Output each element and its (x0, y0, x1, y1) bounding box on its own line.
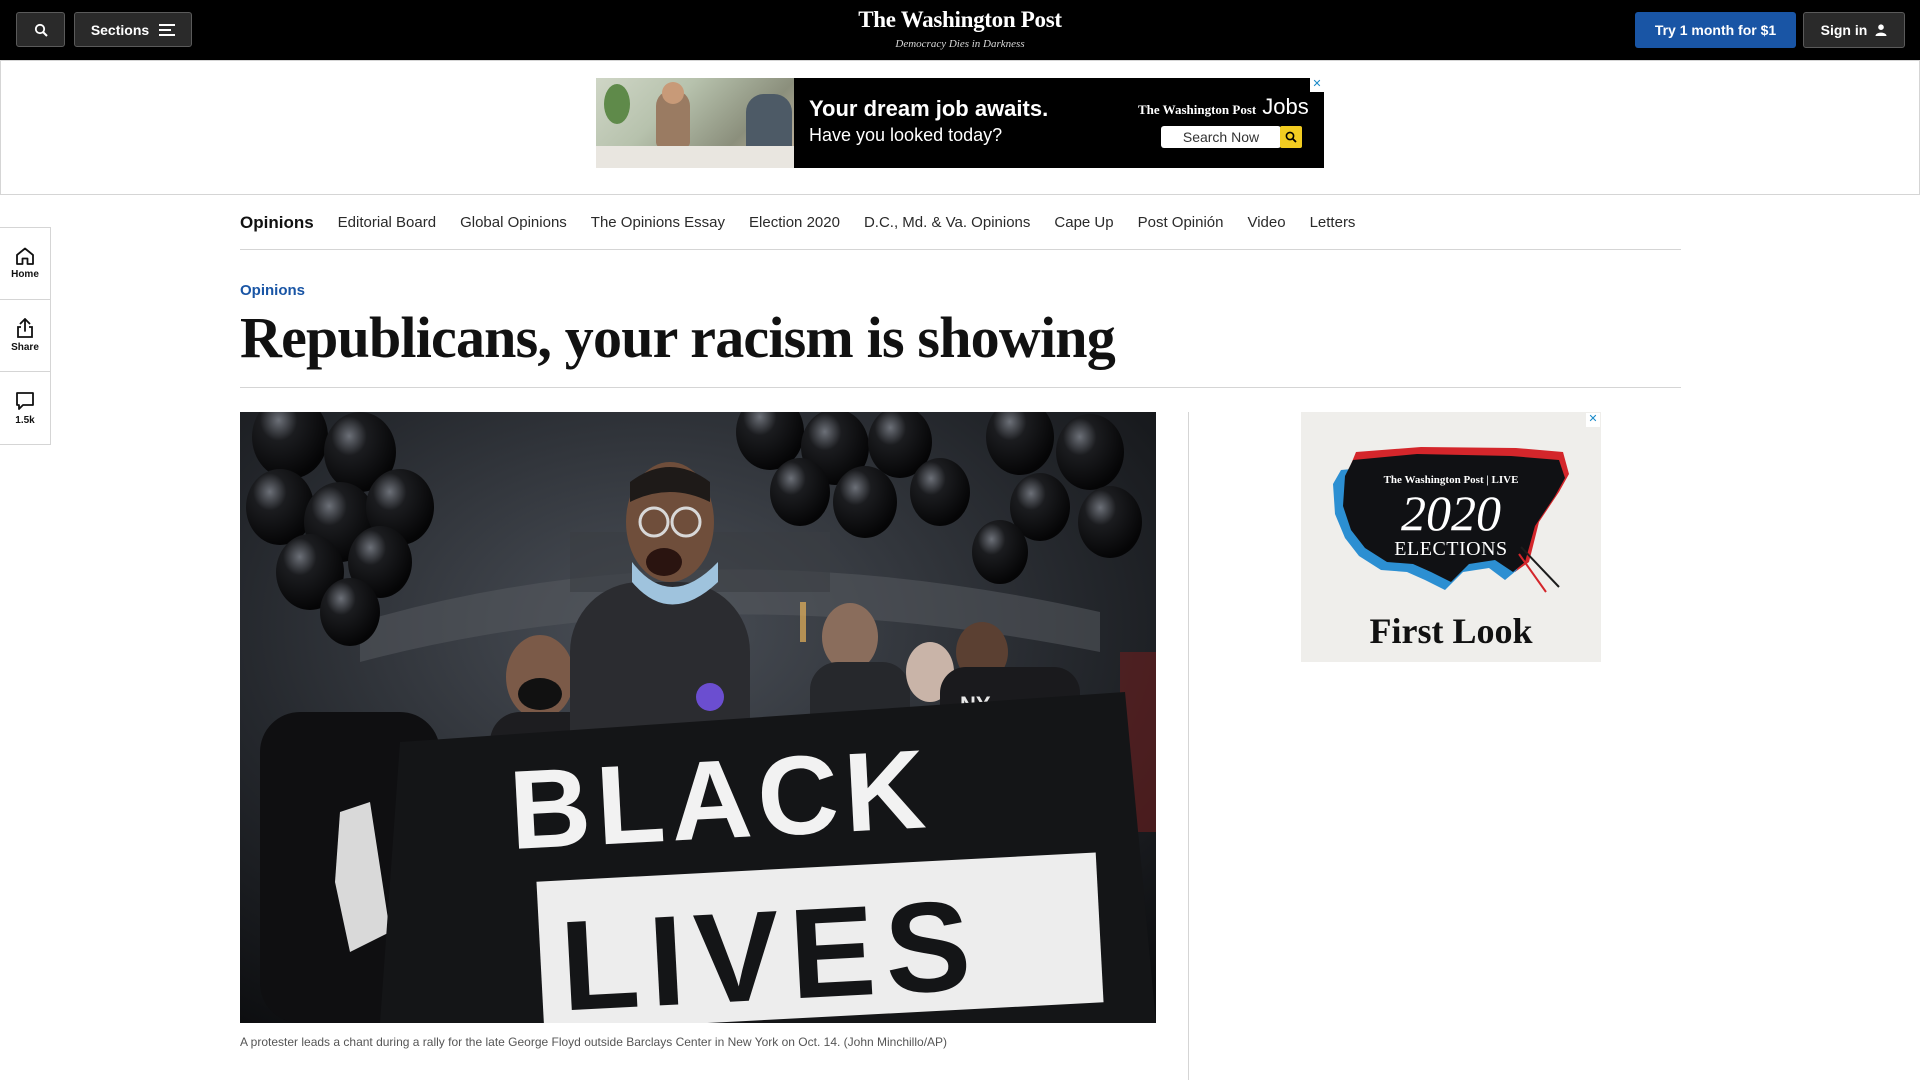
ad-brand: The Washington Post Jobs (1138, 94, 1309, 120)
subnav-item-post-opinion[interactable]: Post Opinión (1138, 214, 1224, 231)
brand-logo[interactable]: The Washington Post Democracy Dies in Da… (760, 5, 1160, 51)
subnav-item-editorial-board[interactable]: Editorial Board (338, 214, 436, 231)
brand-tagline: Democracy Dies in Darkness (895, 38, 1025, 50)
subscribe-button[interactable]: Try 1 month for $1 (1635, 12, 1796, 48)
subnav-item-opinions-essay[interactable]: The Opinions Essay (591, 214, 725, 231)
side-ad-tagline: First Look (1369, 611, 1533, 651)
elections-advertisement[interactable]: The Washington Post | LIVE 2020 ELECTION… (1301, 412, 1601, 662)
sign-in-button[interactable]: Sign in (1803, 12, 1905, 48)
menu-icon (159, 23, 176, 36)
user-icon (1875, 24, 1887, 36)
side-ad-year: 2020 (1401, 485, 1501, 541)
image-caption: A protester leads a chant during a rally… (240, 1035, 948, 1049)
header-divider (240, 387, 1681, 388)
subnav-item-global-opinions[interactable]: Global Opinions (460, 214, 567, 231)
subnav-item-election-2020[interactable]: Election 2020 (749, 214, 840, 231)
subnav-item-video[interactable]: Video (1247, 214, 1285, 231)
rail-comments[interactable]: 1.5k (0, 372, 50, 444)
sections-button[interactable]: Sections (74, 12, 192, 47)
comment-icon (16, 391, 34, 410)
search-button[interactable] (16, 12, 65, 47)
rail-share[interactable]: Share (0, 300, 50, 372)
article-kicker[interactable]: Opinions (240, 282, 305, 299)
jobs-advertisement[interactable]: Your dream job awaits. Have you looked t… (596, 78, 1324, 168)
brand-name: The Washington Post (858, 7, 1062, 32)
article-headline: Republicans, your racism is showing (240, 305, 1116, 370)
banner-text-line2: LIVES (557, 874, 984, 1023)
rail-comments-count: 1.5k (15, 414, 35, 426)
home-icon (16, 247, 34, 265)
ad-photo (596, 78, 794, 168)
subnav-item-letters[interactable]: Letters (1310, 214, 1356, 231)
rail-home-label: Home (11, 269, 39, 280)
side-ad-close-icon[interactable]: ✕ (1586, 413, 1600, 427)
search-icon (34, 23, 48, 37)
ad-search-button[interactable]: Search Now (1161, 126, 1281, 148)
ad-close-icon[interactable]: ✕ (1310, 78, 1324, 92)
sign-in-label: Sign in (1820, 22, 1868, 38)
ad-subline: Have you looked today? (809, 125, 1003, 145)
site-header: Sections The Washington Post Democracy D… (0, 0, 1920, 60)
share-icon (17, 318, 33, 338)
column-divider (1188, 412, 1189, 1080)
opinions-subnav: Opinions Editorial Board Global Opinions… (240, 196, 1681, 250)
ad-brand-suffix: Jobs (1262, 94, 1309, 119)
subnav-title[interactable]: Opinions (240, 213, 314, 233)
subnav-item-dc-md-va[interactable]: D.C., Md. & Va. Opinions (864, 214, 1030, 231)
rail-home[interactable]: Home (0, 228, 50, 300)
banner-text-line1: BLACK (506, 726, 934, 873)
side-ad-word: ELECTIONS (1394, 538, 1508, 560)
subnav-item-cape-up[interactable]: Cape Up (1054, 214, 1113, 231)
lead-image[interactable]: NY BLACK LIVES (240, 412, 1156, 1023)
ad-headline: Your dream job awaits. (809, 96, 1049, 121)
ad-brand-name: The Washington Post (1138, 102, 1257, 117)
rail-share-label: Share (11, 342, 39, 353)
sections-label: Sections (90, 21, 150, 38)
ad-search-icon[interactable] (1280, 126, 1302, 148)
left-rail: Home Share 1.5k (0, 227, 51, 445)
